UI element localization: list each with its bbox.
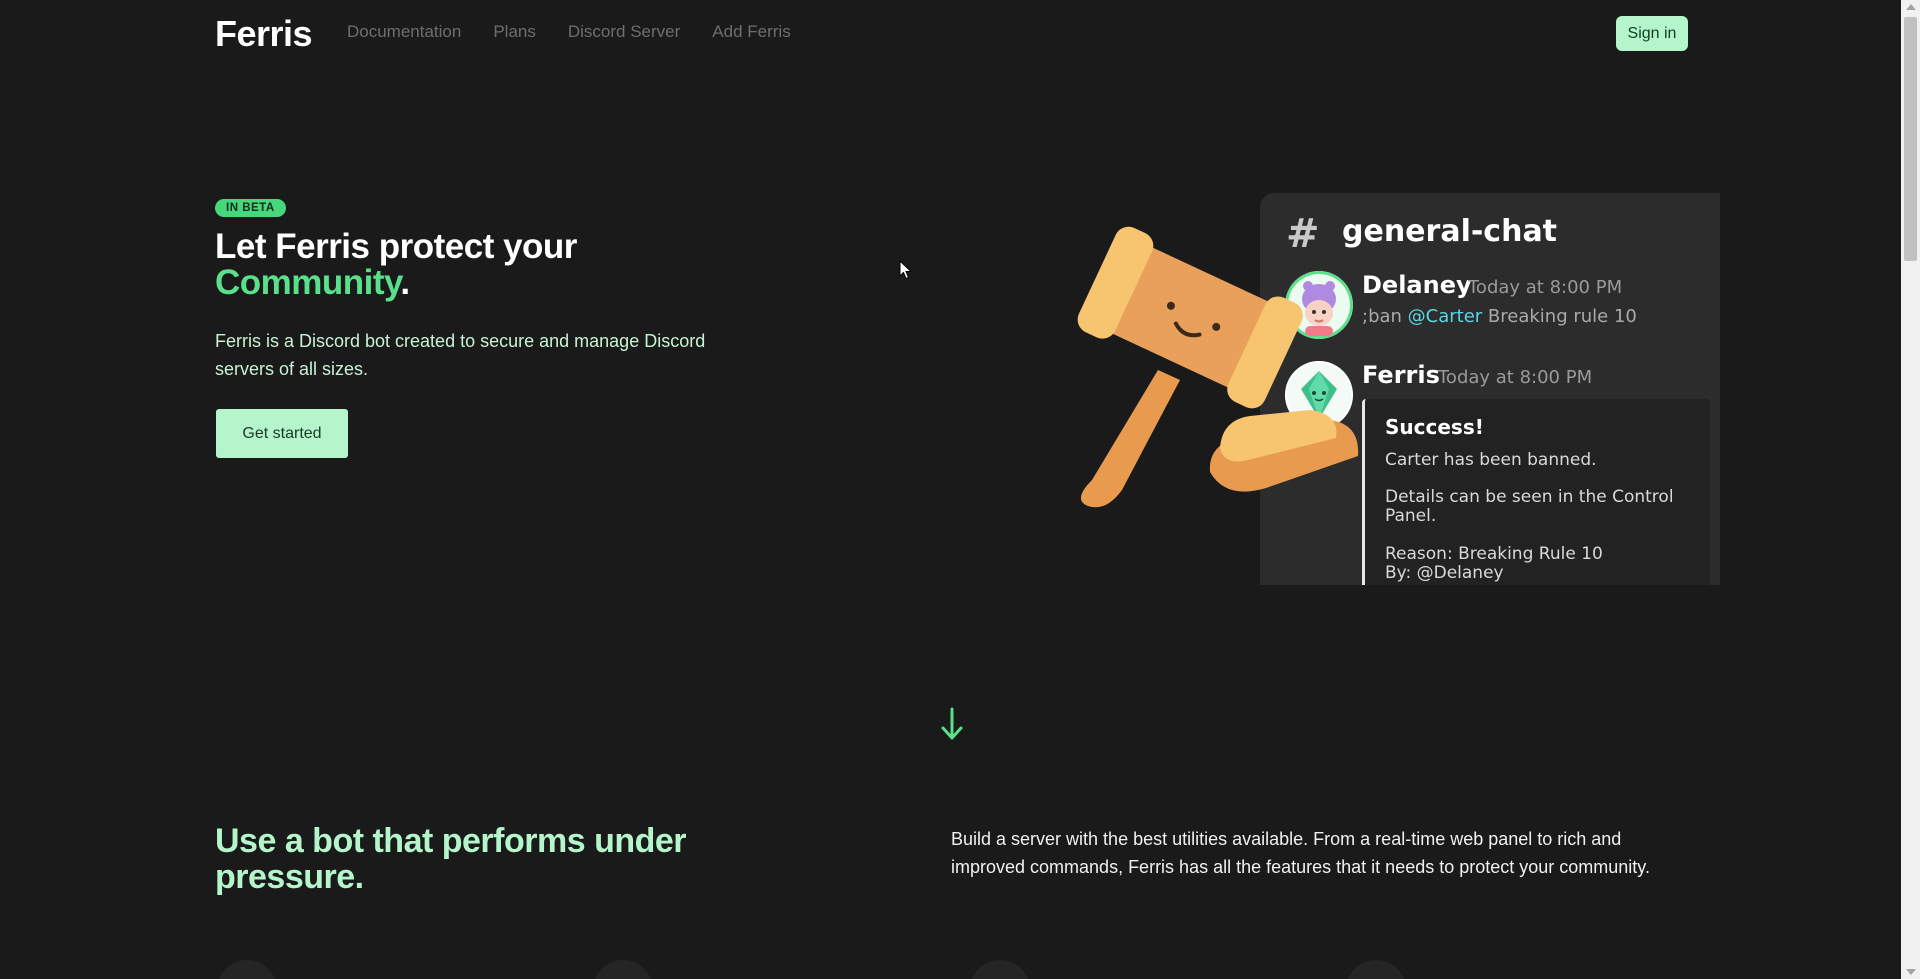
embed-title: Success!	[1385, 415, 1484, 439]
embed-line: Reason: Breaking Rule 10	[1385, 544, 1603, 564]
gavel-illustration	[1077, 226, 1359, 508]
logo[interactable]: Ferris	[215, 13, 313, 55]
section-description: Build a server with the best utilities a…	[951, 829, 1650, 877]
success-embed: Success! Carter has been banned. Details…	[1362, 399, 1710, 585]
embed-line: By: @Delaney	[1385, 563, 1504, 583]
scrollbar-thumb[interactable]	[1904, 17, 1917, 261]
nav-link-discord-server[interactable]: Discord Server	[568, 22, 680, 42]
nav-links: Documentation Plans Discord Server Add F…	[347, 22, 791, 42]
feature-icon	[593, 960, 653, 979]
top-navbar: Ferris Documentation Plans Discord Serve…	[0, 0, 1901, 67]
embed-line: Carter has been banned.	[1385, 450, 1597, 470]
get-started-button[interactable]: Get started	[216, 409, 348, 458]
command-reason: Breaking rule 10	[1482, 306, 1637, 327]
sign-in-button[interactable]: Sign in	[1616, 16, 1688, 51]
feature-icon	[217, 960, 277, 979]
hero-title: Let Ferris protect your Community.	[215, 229, 577, 301]
message-text: ;ban @Carter Breaking rule 10	[1362, 306, 1637, 327]
section-title: Use a bot that performs under pressure.	[215, 822, 687, 896]
beta-badge: IN BETA	[215, 199, 286, 217]
scroll-down-icon[interactable]	[1906, 969, 1916, 975]
mouse-cursor-icon	[899, 260, 913, 280]
hero-description: Ferris is a Discord bot created to secur…	[215, 331, 706, 379]
arrow-down-icon[interactable]	[940, 706, 964, 742]
page: Ferris Documentation Plans Discord Serve…	[0, 0, 1901, 979]
page-scrollbar[interactable]	[1901, 0, 1920, 979]
nav-link-documentation[interactable]: Documentation	[347, 22, 461, 42]
message-time: Today at 8:00 PM	[1468, 277, 1623, 298]
embed-line: Details can be seen in the Control Panel…	[1385, 487, 1674, 526]
hero-title-line1: Let Ferris protect your	[215, 227, 577, 266]
hero-title-period: .	[400, 263, 410, 302]
scroll-up-icon[interactable]	[1906, 4, 1916, 10]
nav-link-plans[interactable]: Plans	[493, 22, 536, 42]
hero-title-accent: Community	[215, 263, 401, 302]
user-mention: @Carter	[1407, 306, 1483, 327]
feature-icon	[970, 960, 1030, 979]
nav-link-add-ferris[interactable]: Add Ferris	[712, 22, 790, 42]
message-time: Today at 8:00 PM	[1438, 367, 1593, 388]
feature-icon	[1346, 960, 1406, 979]
